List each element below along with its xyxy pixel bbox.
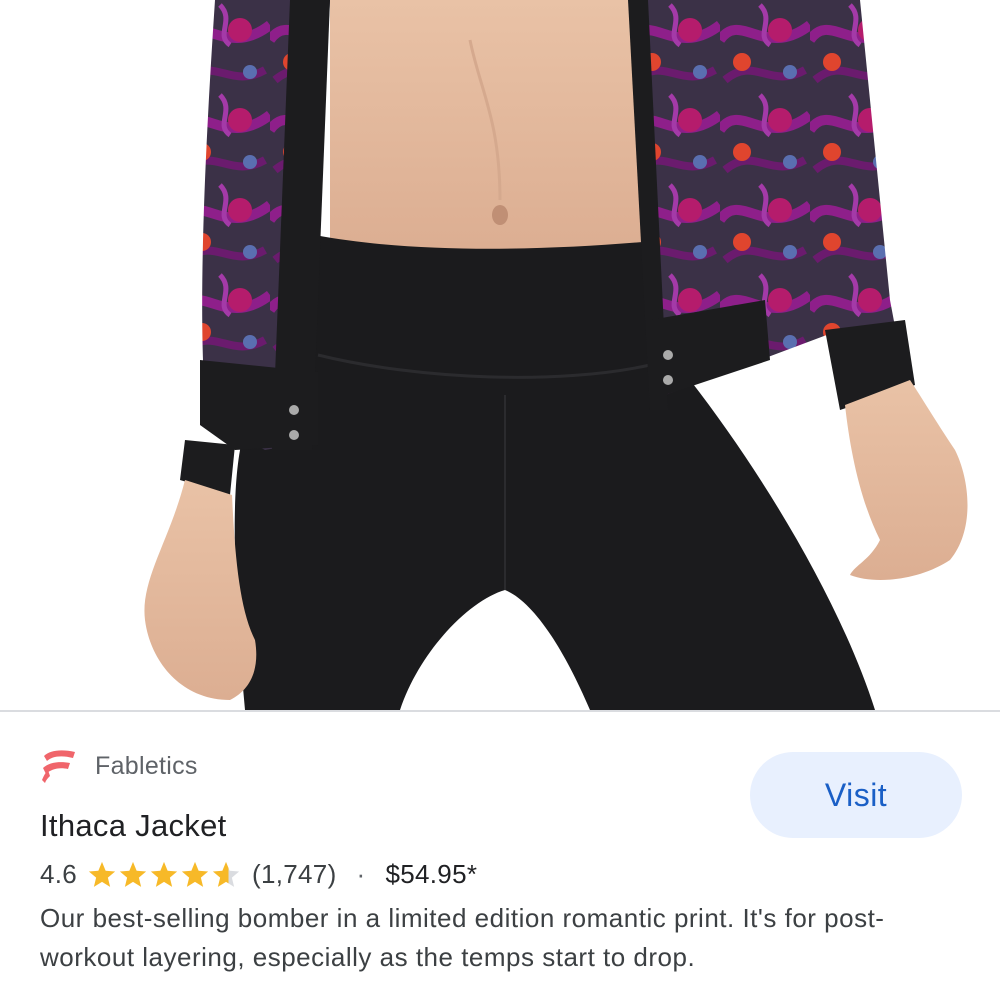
product-info-card: Fabletics Visit Ithaca Jacket 4.6 (1,747… (0, 712, 1000, 1000)
visit-button[interactable]: Visit (750, 752, 962, 838)
star-icon (212, 861, 240, 887)
review-count[interactable]: (1,747) (252, 859, 336, 890)
product-description: Our best-selling bomber in a limited edi… (40, 903, 885, 972)
fabletics-logo-icon (42, 750, 75, 783)
product-result-page: Fabletics Visit Ithaca Jacket 4.6 (1,747… (0, 0, 1000, 1000)
rating-value: 4.6 (40, 859, 78, 889)
star-icon (88, 861, 116, 887)
product-image[interactable] (0, 0, 1000, 710)
separator-dot: · (356, 859, 366, 889)
merchant-row[interactable]: Fabletics (40, 748, 198, 784)
rating-stars (87, 860, 242, 890)
product-photo-illustration (144, 0, 968, 710)
price: $54.95* (385, 859, 478, 889)
rating-row: 4.6 (1,747) · $54.95* (40, 859, 477, 890)
star-icon (181, 861, 209, 887)
star-icon (119, 861, 147, 887)
product-title[interactable]: Ithaca Jacket (40, 808, 227, 844)
star-icon (150, 861, 178, 887)
merchant-name: Fabletics (95, 751, 198, 780)
